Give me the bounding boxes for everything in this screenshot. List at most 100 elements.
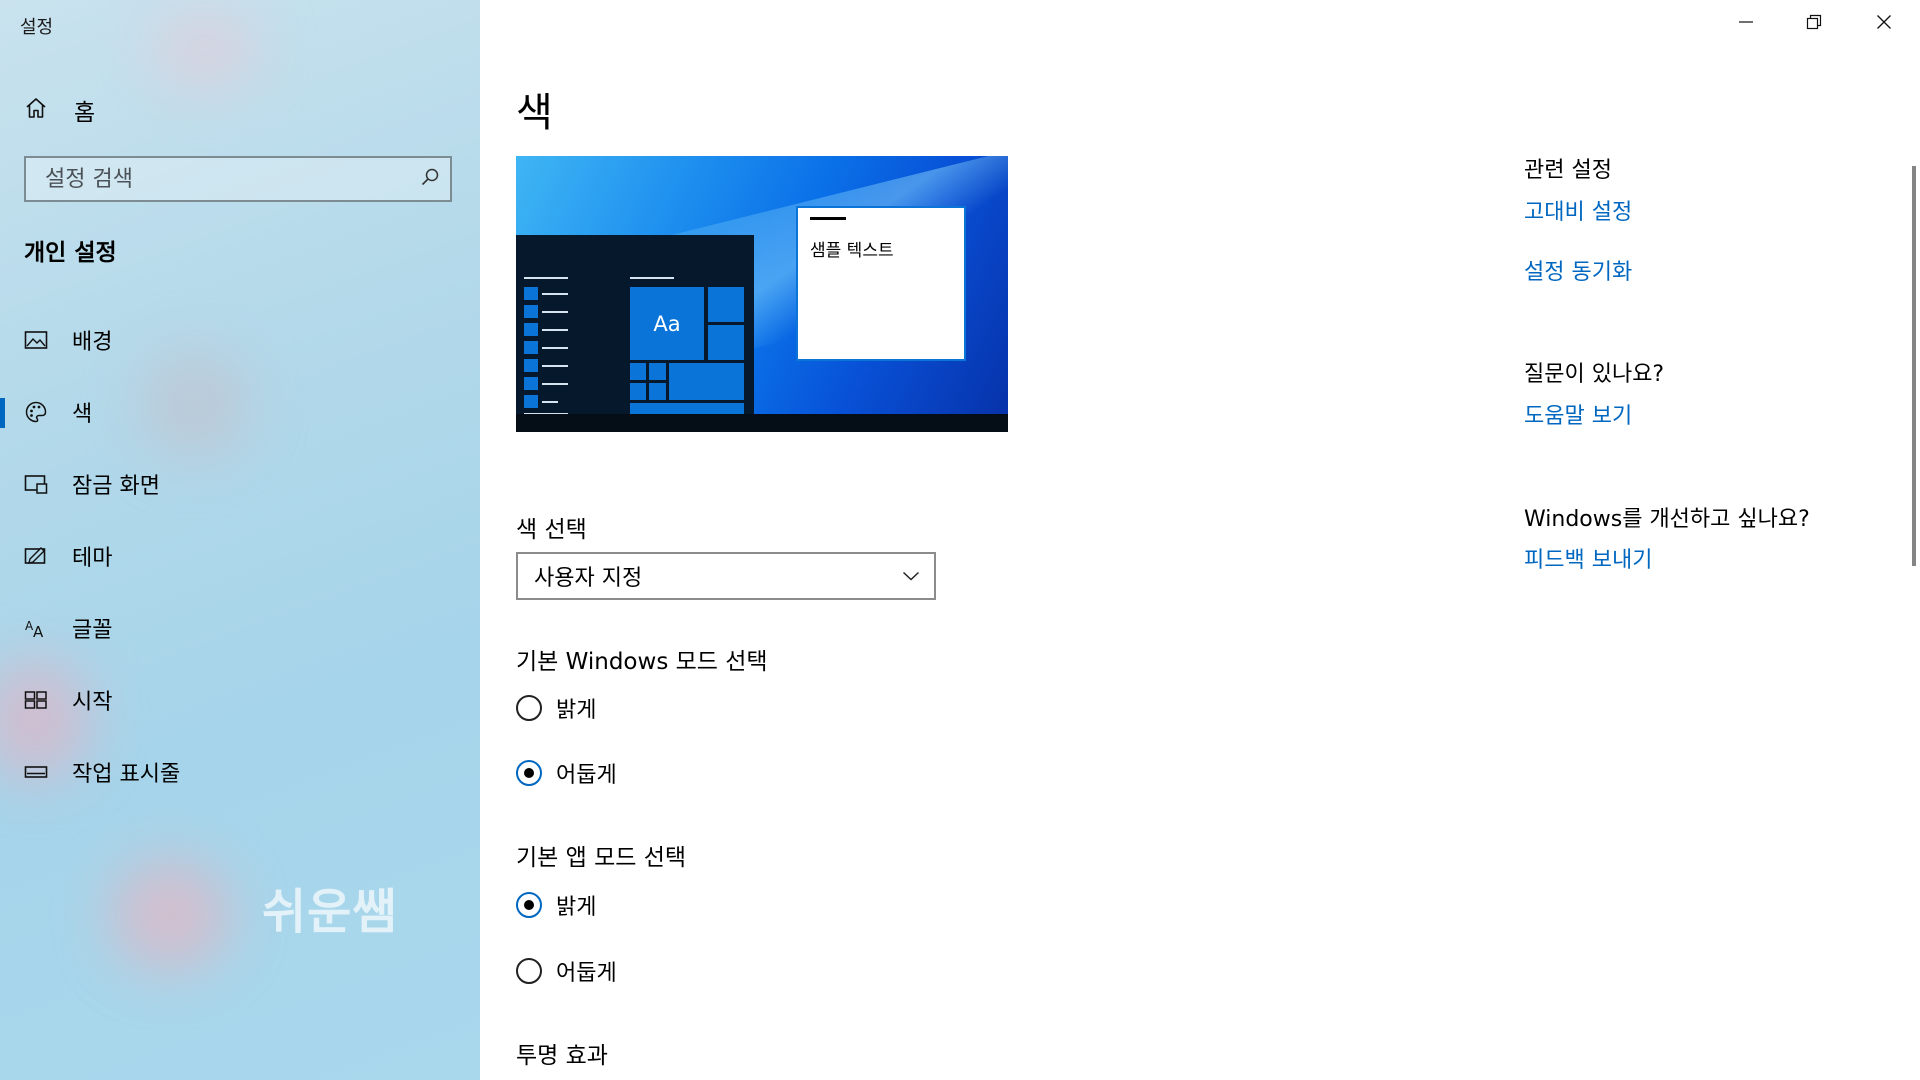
menu-square <box>524 323 538 336</box>
feedback-link[interactable]: 피드백 보내기 <box>1524 542 1652 574</box>
page-title: 색 <box>516 90 553 136</box>
sync-settings-link[interactable]: 설정 동기화 <box>1524 254 1632 286</box>
sidebar-item-taskbar[interactable]: 작업 표시줄 <box>0 736 480 808</box>
home-label: 홈 <box>74 100 96 126</box>
preview-taskbar <box>516 414 1008 432</box>
sidebar-item-label: 잠금 화면 <box>72 474 160 499</box>
close-button[interactable] <box>1850 0 1918 48</box>
radio-label: 밝게 <box>556 698 597 723</box>
windows-mode-dark-radio[interactable]: 어둡게 <box>516 755 617 791</box>
sidebar-item-start[interactable]: 시작 <box>0 664 480 736</box>
palette-icon <box>24 400 48 424</box>
menu-square <box>524 377 538 390</box>
svg-text:A: A <box>33 623 44 639</box>
app-mode-dark-radio[interactable]: 어둡게 <box>516 953 617 989</box>
search-icon[interactable] <box>420 167 440 191</box>
sample-text: 샘플 텍스트 <box>810 241 894 261</box>
sidebar-nav: 배경 색 잠금 화면 테마 AA 글꼴 시작 작업 표시줄 <box>0 304 480 808</box>
taskbar-icon <box>24 760 48 784</box>
help-link[interactable]: 도움말 보기 <box>1524 398 1632 430</box>
minimize-button[interactable] <box>1712 0 1780 48</box>
chevron-down-icon <box>902 567 920 586</box>
section-title: 개인 설정 <box>24 240 117 266</box>
preview-tile <box>669 363 744 400</box>
theme-icon <box>24 544 48 568</box>
search-box[interactable] <box>24 156 452 202</box>
sidebar-item-background[interactable]: 배경 <box>0 304 480 376</box>
preview-start-menu: Aa <box>516 235 754 420</box>
high-contrast-link[interactable]: 고대비 설정 <box>1524 194 1632 226</box>
sidebar: 설정 홈 개인 설정 배경 색 잠금 화면 <box>0 0 480 1080</box>
sidebar-item-label: 글꼴 <box>72 618 113 643</box>
radio-label: 밝게 <box>556 895 597 920</box>
background-blur <box>150 10 260 90</box>
menu-line <box>542 365 568 367</box>
search-input[interactable] <box>43 165 420 193</box>
menu-line <box>524 277 568 279</box>
lock-screen-icon <box>24 472 48 496</box>
menu-square <box>524 341 538 354</box>
transparency-label: 투명 효과 <box>516 1043 608 1069</box>
windows-mode-light-radio[interactable]: 밝게 <box>516 690 596 726</box>
improve-heading: Windows를 개선하고 싶나요? <box>1524 507 1810 532</box>
sidebar-item-label: 시작 <box>72 690 113 715</box>
tile-text: Aa <box>653 311 681 336</box>
home-icon <box>24 96 48 124</box>
menu-square <box>524 395 538 408</box>
preview-tile-large: Aa <box>630 287 704 360</box>
menu-square <box>524 359 538 372</box>
preview-sample-window: 샘플 텍스트 <box>796 206 966 361</box>
preview-tile <box>649 363 666 380</box>
close-icon <box>1876 14 1892 34</box>
color-preview: Aa 샘플 텍스트 <box>516 156 1008 432</box>
scrollbar[interactable] <box>1912 166 1916 566</box>
color-choice-label: 색 선택 <box>516 517 587 543</box>
sidebar-item-font[interactable]: AA 글꼴 <box>0 592 480 664</box>
radio-circle-checked <box>516 760 542 786</box>
menu-line <box>630 277 674 279</box>
color-choice-value: 사용자 지정 <box>534 566 643 591</box>
radio-label: 어둡게 <box>556 961 617 986</box>
watermark: 쉬운쌤 <box>262 884 398 940</box>
restore-icon <box>1806 14 1822 34</box>
start-icon <box>24 688 48 712</box>
menu-line <box>542 311 568 313</box>
menu-line <box>542 293 568 295</box>
color-choice-dropdown[interactable]: 사용자 지정 <box>516 552 936 600</box>
sidebar-item-theme[interactable]: 테마 <box>0 520 480 592</box>
related-settings-heading: 관련 설정 <box>1524 158 1612 183</box>
sidebar-item-label: 색 <box>72 402 93 427</box>
radio-circle-checked <box>516 892 542 918</box>
background-blur <box>110 860 230 970</box>
preview-tile <box>630 383 646 400</box>
app-title: 설정 <box>20 17 54 38</box>
font-icon: AA <box>24 616 48 640</box>
sidebar-item-label: 테마 <box>72 546 113 571</box>
preview-tile <box>649 383 666 400</box>
sidebar-item-lock-screen[interactable]: 잠금 화면 <box>0 448 480 520</box>
question-heading: 질문이 있나요? <box>1524 362 1665 387</box>
preview-tile <box>708 325 744 360</box>
home-button[interactable]: 홈 <box>24 92 95 128</box>
picture-icon <box>24 328 48 352</box>
menu-square <box>524 287 538 300</box>
menu-line <box>542 329 568 331</box>
minimize-icon <box>1738 14 1754 34</box>
menu-square <box>524 305 538 318</box>
preview-tile <box>630 363 646 380</box>
app-mode-label: 기본 앱 모드 선택 <box>516 845 687 871</box>
radio-circle <box>516 958 542 984</box>
restore-button[interactable] <box>1780 0 1848 48</box>
menu-line <box>542 347 568 349</box>
menu-line <box>542 383 568 385</box>
radio-circle <box>516 695 542 721</box>
menu-line <box>542 401 558 403</box>
preview-tile <box>708 287 744 322</box>
windows-mode-label: 기본 Windows 모드 선택 <box>516 649 768 675</box>
sidebar-item-label: 작업 표시줄 <box>72 762 181 787</box>
radio-label: 어둡게 <box>556 763 617 788</box>
sidebar-item-color[interactable]: 색 <box>0 376 480 448</box>
sample-title-bar <box>810 217 846 220</box>
app-mode-light-radio[interactable]: 밝게 <box>516 887 596 923</box>
sidebar-item-label: 배경 <box>72 330 113 355</box>
